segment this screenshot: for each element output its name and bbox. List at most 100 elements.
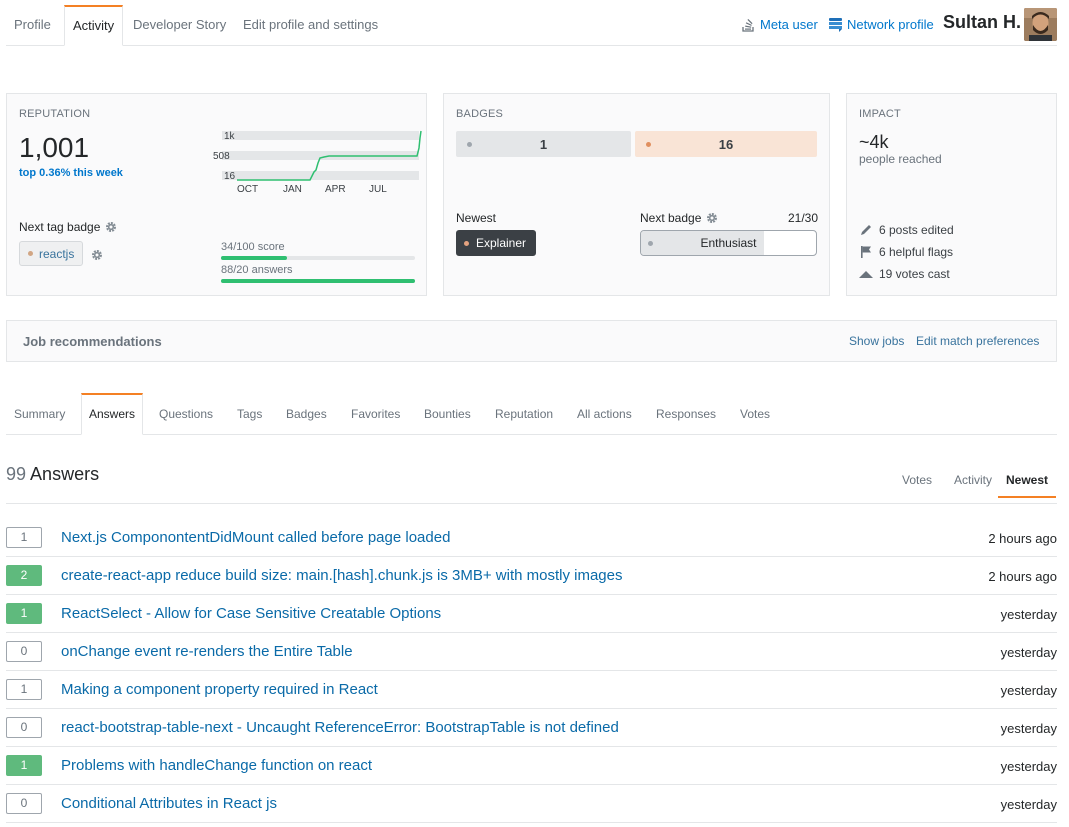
bronze-badges[interactable]: 16 [635,131,817,157]
bronze-dot-icon [464,240,469,246]
gear-icon[interactable] [105,221,117,233]
stack-overflow-icon [742,18,754,32]
badges-title: Badges [456,108,504,120]
network-profile-label: Network profile [847,17,934,32]
helpful-flags-label: 6 helpful flags [879,245,954,259]
sort-votes[interactable]: Votes [902,465,932,498]
votes-cast-stat: 19 votes cast [859,267,950,281]
answer-row: 1 Making a component property required i… [6,671,1057,709]
subtab-questions[interactable]: Questions [159,393,213,435]
tag-label: reactjs [39,246,75,261]
sort-activity[interactable]: Activity [954,465,992,498]
reputation-week-link[interactable]: top 0.36% this week [19,167,123,179]
tag-chip-reactjs[interactable]: reactjs [19,241,84,266]
answer-time: 2 hours ago [988,531,1057,546]
answer-title-link[interactable]: onChange event re-renders the Entire Tab… [61,643,353,660]
edit-match-preferences-link[interactable]: Edit match preferences [916,334,1039,348]
answer-vote-count: 1 [6,527,42,548]
gear-icon[interactable] [706,212,718,224]
helpful-flags-stat: 6 helpful flags [859,245,953,259]
subtab-tags[interactable]: Tags [237,393,262,435]
posts-edited-label: 6 posts edited [879,223,954,237]
answer-title-link[interactable]: ReactSelect - Allow for Case Sensitive C… [61,605,441,622]
impact-card: Impact ~4k people reached 6 posts edited… [846,93,1057,296]
newest-badge-name: Explainer [476,236,527,250]
silver-dot-icon [467,142,472,147]
subtab-bounties[interactable]: Bounties [424,393,471,435]
answer-time: yesterday [1000,607,1057,622]
network-profile-link[interactable]: Network profile [829,17,934,32]
answer-row: 1 Next.js ComponontentDidMount called be… [6,519,1057,557]
score-progress-label: 34/100 score [221,241,285,253]
silver-badges[interactable]: 1 [456,131,631,157]
graph-y-label-508: 508 [213,151,230,162]
subtab-favorites[interactable]: Favorites [351,393,400,435]
tab-activity[interactable]: Activity [64,5,124,46]
posts-edited-stat: 6 posts edited [859,223,954,237]
username[interactable]: Sultan H. [943,12,1021,33]
answer-row: 1 Problems with handleChange function on… [6,747,1057,785]
impact-title: Impact [859,108,901,120]
answers-heading: 99 Answers [6,464,99,485]
answers-count: 99 [6,464,27,484]
tag-settings-gear-icon[interactable] [91,249,103,261]
answers-label: Answers [30,464,100,484]
answer-vote-count: 0 [6,793,42,814]
impact-subtitle: people reached [859,152,942,166]
answer-time: yesterday [1000,721,1057,736]
graph-x-label-apr: APR [325,184,346,195]
answer-row: 0 react-bootstrap-table-next - Uncaught … [6,709,1057,747]
answer-title-link[interactable]: react-bootstrap-table-next - Uncaught Re… [61,719,619,736]
answers-progress-bar [221,279,415,283]
meta-user-link[interactable]: Meta user [742,17,818,32]
sort-newest[interactable]: Newest [998,465,1057,498]
score-progress-fill [221,256,287,260]
graph-band-top [222,131,419,140]
subtab-all-actions[interactable]: All actions [577,393,632,435]
show-jobs-link[interactable]: Show jobs [849,334,904,348]
graph-x-label-jan: JAN [283,184,302,195]
bronze-badge-count: 16 [718,136,734,152]
avatar[interactable] [1024,8,1057,41]
answer-vote-count: 1 [6,679,42,700]
bronze-dot-icon [646,142,651,147]
answer-title-link[interactable]: Conditional Attributes in React js [61,795,277,812]
subtab-answers[interactable]: Answers [81,393,144,435]
stack-exchange-icon [829,17,842,32]
next-tag-badge-heading: Next tag badge [19,220,117,234]
answer-title-link[interactable]: Problems with handleChange function on r… [61,757,372,774]
silver-badge-count: 1 [539,136,548,152]
graph-x-label-oct: OCT [237,184,258,195]
reputation-card: Reputation 1,001 top 0.36% this week 1k … [6,93,427,296]
subtab-badges[interactable]: Badges [286,393,327,435]
answer-time: yesterday [1000,797,1057,812]
score-progress-bar [221,256,415,260]
answer-vote-count: 1 [6,603,42,624]
avatar-image [1024,8,1057,41]
newest-badge[interactable]: Explainer [456,230,537,256]
tab-edit-profile[interactable]: Edit profile and settings [235,5,386,46]
next-badge-progress[interactable]: Enthusiast [640,230,817,256]
answer-title-link[interactable]: create-react-app reduce build size: main… [61,567,623,584]
answer-vote-count: 2 [6,565,42,586]
next-badge-name: Enthusiast [700,236,757,250]
subtab-votes[interactable]: Votes [740,393,770,435]
answers-progress-label: 88/20 answers [221,264,293,276]
graph-y-label-16: 16 [224,171,236,182]
answer-row: 0 onChange event re-renders the Entire T… [6,633,1057,671]
pencil-icon [861,225,871,235]
next-badge-heading: Next badge [640,211,718,225]
subtab-reputation[interactable]: Reputation [495,393,553,435]
subtab-responses[interactable]: Responses [656,393,716,435]
activity-subtabs: Summary Answers Questions Tags Badges Fa… [6,393,1057,435]
tab-developer-story[interactable]: Developer Story [125,5,234,46]
answer-title-link[interactable]: Making a component property required in … [61,681,378,698]
tab-profile[interactable]: Profile [6,5,59,46]
votes-cast-label: 19 votes cast [879,267,950,281]
upvote-triangle-icon [859,271,873,278]
answer-title-link[interactable]: Next.js ComponontentDidMount called befo… [61,529,450,546]
subtab-summary[interactable]: Summary [14,393,65,435]
next-badge-count: 21/30 [788,211,819,225]
reputation-graph[interactable]: 1k 508 16 OCT JAN APR JUL [212,128,422,198]
badges-card: Badges 1 16 Newest Explainer Next badge … [443,93,830,296]
